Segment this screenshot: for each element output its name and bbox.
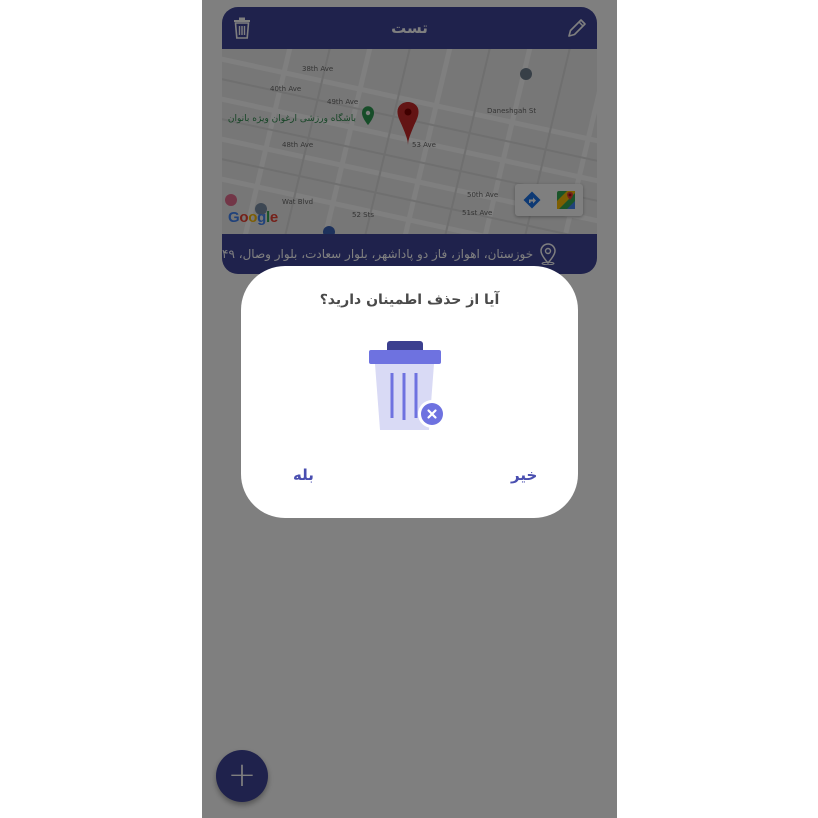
dialog-title: آیا از حذف اطمینان دارید؟ xyxy=(319,292,500,308)
no-button[interactable]: خیر xyxy=(503,462,545,488)
delete-confirm-dialog: آیا از حذف اطمینان دارید؟ خیر بله xyxy=(241,266,578,518)
trash-illustration-icon xyxy=(369,341,446,430)
app-screen: تست xyxy=(202,0,617,818)
yes-button[interactable]: بله xyxy=(285,462,322,488)
